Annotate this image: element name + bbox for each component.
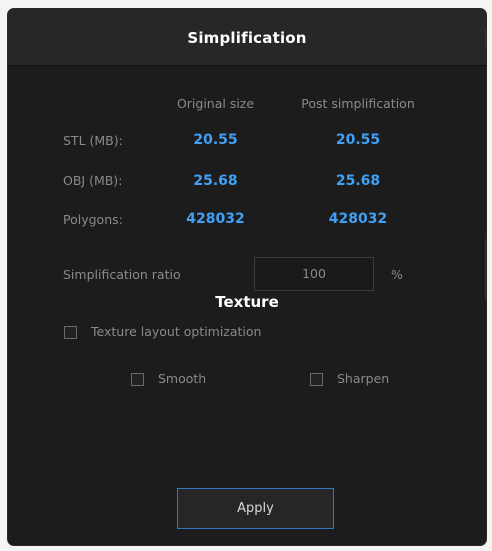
polygons-post-value: 428032 bbox=[328, 211, 388, 227]
row-label-polygons: Polygons: bbox=[63, 212, 123, 227]
texture-section-title: Texture bbox=[215, 293, 279, 311]
polygons-original-value: 428032 bbox=[186, 211, 245, 227]
panel-edge-line bbox=[485, 29, 486, 49]
title-bar: Simplification bbox=[8, 9, 486, 66]
dialog-title: Simplification bbox=[187, 29, 307, 47]
texture-layout-optimization-checkbox[interactable] bbox=[64, 326, 77, 339]
row-label-stl: STL (MB): bbox=[63, 133, 123, 148]
simplification-ratio-input[interactable]: 100 bbox=[254, 257, 374, 291]
ratio-label: Simplification ratio bbox=[63, 267, 181, 282]
simplification-dialog: Simplification Original size Post simpli… bbox=[7, 8, 487, 546]
texture-layout-optimization-label: Texture layout optimization bbox=[91, 324, 262, 339]
column-header-post: Post simplification bbox=[301, 96, 415, 111]
sharpen-checkbox[interactable] bbox=[310, 373, 323, 386]
smooth-label: Smooth bbox=[158, 371, 207, 386]
stl-post-value: 20.55 bbox=[335, 132, 381, 148]
panel-edge-line bbox=[485, 239, 486, 299]
ratio-unit: % bbox=[391, 267, 403, 282]
obj-post-value: 25.68 bbox=[335, 173, 381, 189]
sharpen-label: Sharpen bbox=[337, 371, 390, 386]
column-header-original: Original size bbox=[176, 96, 255, 111]
obj-original-value: 25.68 bbox=[193, 173, 238, 189]
smooth-checkbox[interactable] bbox=[131, 373, 144, 386]
apply-button[interactable]: Apply bbox=[177, 488, 334, 529]
row-label-obj: OBJ (MB): bbox=[63, 173, 123, 188]
stl-original-value: 20.55 bbox=[193, 132, 238, 148]
